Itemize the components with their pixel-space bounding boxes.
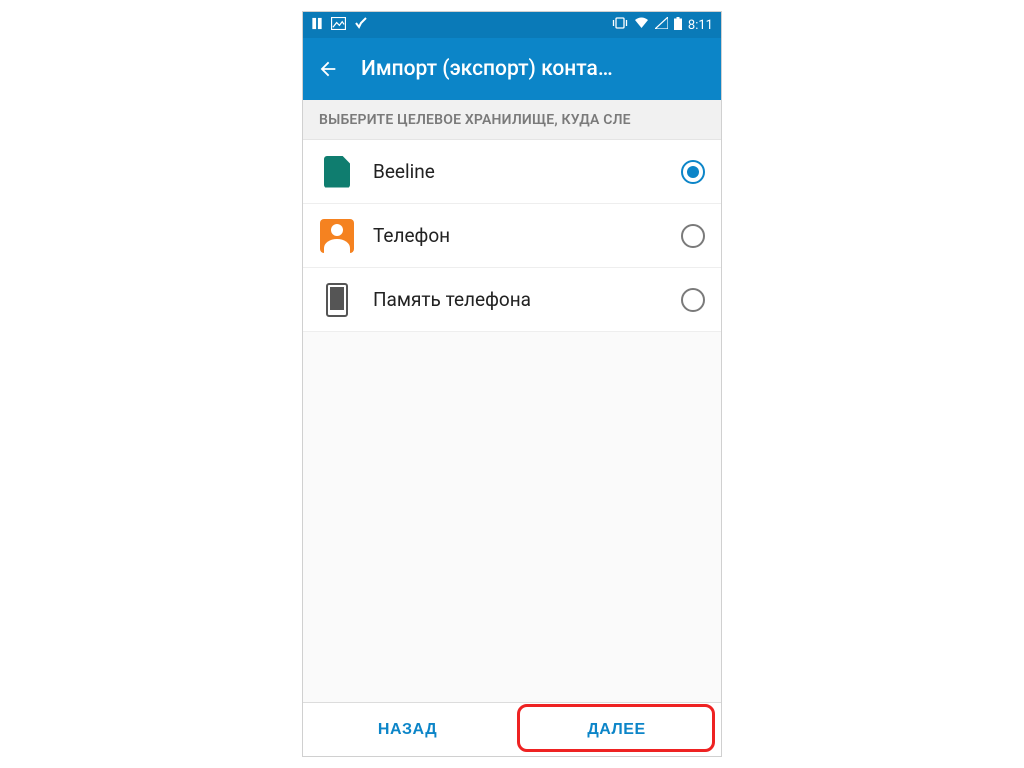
phone-screen: 8:11 Импорт (экспорт) конта… ВЫБЕРИТЕ ЦЕ… — [302, 11, 722, 757]
contact-icon — [319, 218, 355, 254]
battery-icon — [674, 17, 682, 34]
wifi-icon — [634, 17, 649, 33]
empty-area — [303, 332, 721, 702]
next-button[interactable]: ДАЛЕЕ — [512, 703, 721, 756]
page-title: Импорт (экспорт) конта… — [361, 57, 707, 81]
radio-selected-icon[interactable] — [681, 160, 705, 184]
pause-icon — [311, 17, 323, 34]
status-time: 8:11 — [688, 18, 713, 33]
back-button[interactable]: НАЗАД — [303, 703, 512, 756]
status-bar: 8:11 — [303, 12, 721, 38]
option-label: Beeline — [373, 160, 663, 183]
section-header: ВЫБЕРИТЕ ЦЕЛЕВОЕ ХРАНИЛИЩЕ, КУДА СЛЕ — [303, 100, 721, 140]
option-label: Память телефона — [373, 288, 663, 311]
option-label: Телефон — [373, 224, 663, 247]
phone-storage-icon — [319, 282, 355, 318]
storage-option-list: Beeline Телефон Память телефона — [303, 140, 721, 332]
action-bar: Импорт (экспорт) конта… — [303, 38, 721, 100]
radio-unselected-icon[interactable] — [681, 224, 705, 248]
option-phone[interactable]: Телефон — [303, 204, 721, 268]
check-icon — [354, 16, 368, 34]
picture-icon — [331, 17, 346, 34]
option-phone-storage[interactable]: Память телефона — [303, 268, 721, 332]
sim-icon — [319, 154, 355, 190]
vibrate-icon — [612, 17, 628, 33]
option-beeline[interactable]: Beeline — [303, 140, 721, 204]
radio-unselected-icon[interactable] — [681, 288, 705, 312]
signal-icon — [655, 17, 668, 33]
button-bar: НАЗАД ДАЛЕЕ — [303, 702, 721, 756]
back-icon[interactable] — [317, 58, 339, 80]
